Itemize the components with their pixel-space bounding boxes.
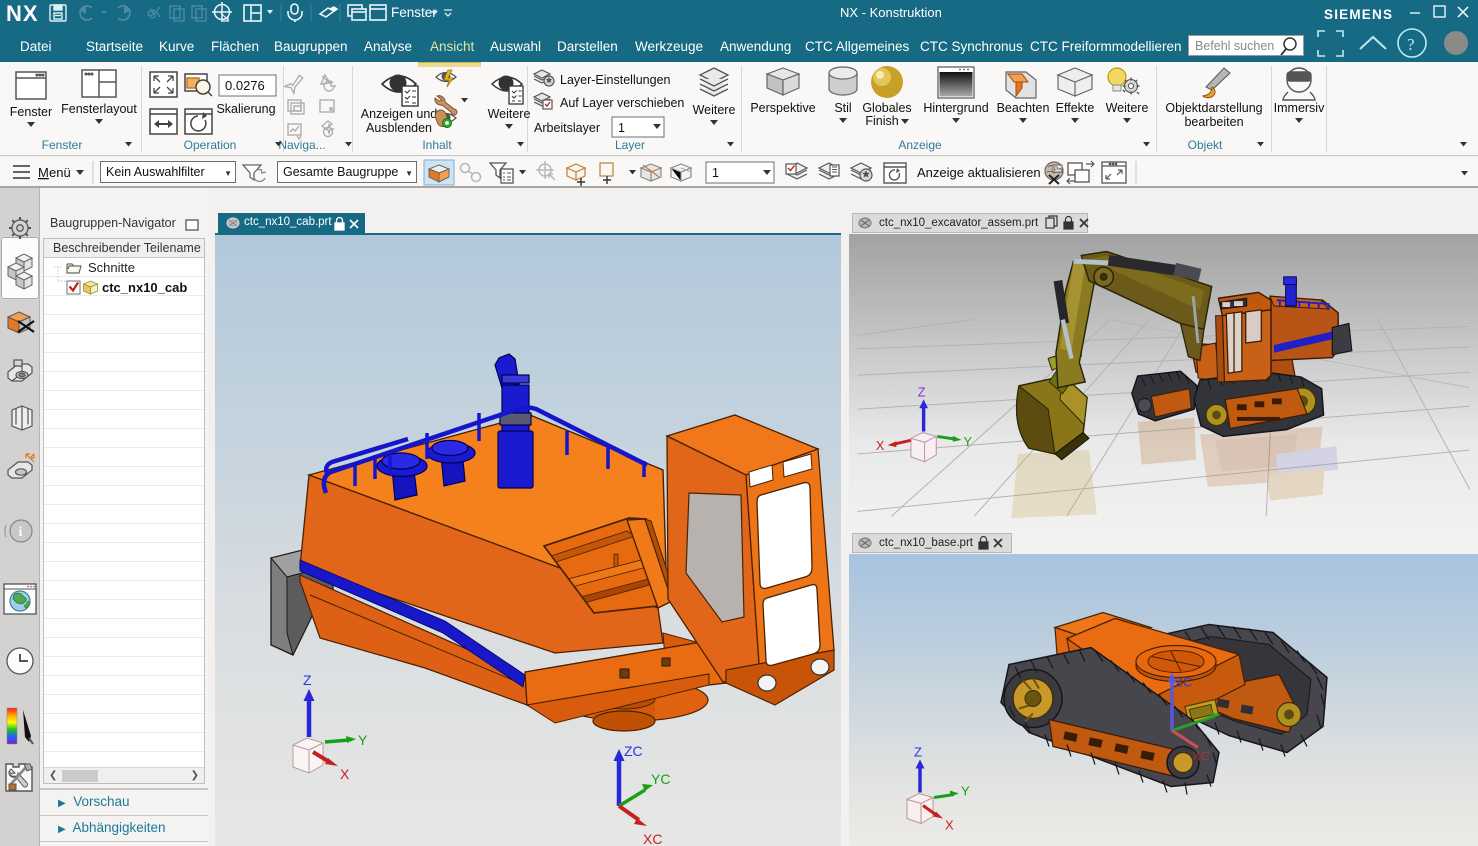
svg-text:Y: Y <box>358 732 368 748</box>
svg-text:Schnitte: Schnitte <box>88 260 135 275</box>
svg-text:Arbeitslayer: Arbeitslayer <box>534 121 600 135</box>
svg-text:Z: Z <box>918 386 926 400</box>
svg-text:M: M <box>38 165 49 180</box>
svg-text:XC: XC <box>1192 749 1210 764</box>
svg-text:X: X <box>945 818 954 833</box>
svg-text:Objektdarstellung: Objektdarstellung <box>1165 101 1262 115</box>
svg-text:Y: Y <box>964 435 973 449</box>
svg-text:X: X <box>340 766 350 782</box>
svg-text:Beachten: Beachten <box>997 101 1050 115</box>
svg-text:Layer-Einstellungen: Layer-Einstellungen <box>560 73 671 87</box>
svg-text:Hintergrund: Hintergrund <box>923 101 988 115</box>
svg-text:ctc_nx10_cab: ctc_nx10_cab <box>102 280 187 295</box>
svg-text:1: 1 <box>712 166 719 180</box>
svg-text:i: i <box>19 525 23 540</box>
svg-text:bearbeiten: bearbeiten <box>1184 115 1243 129</box>
svg-text:Stil: Stil <box>834 101 851 115</box>
svg-text:Anzeigen und: Anzeigen und <box>361 107 438 121</box>
svg-text:Anzeige aktualisieren: Anzeige aktualisieren <box>917 165 1041 180</box>
svg-text:Effekte: Effekte <box>1056 101 1095 115</box>
svg-text:ZC: ZC <box>1175 675 1192 690</box>
svg-text:1: 1 <box>618 121 625 135</box>
svg-text:Ausblenden: Ausblenden <box>366 121 432 135</box>
svg-text:Immersiv: Immersiv <box>1274 101 1325 115</box>
svg-text:XC: XC <box>643 831 662 846</box>
svg-text:Z: Z <box>303 672 312 688</box>
svg-text:?: ? <box>1407 35 1415 54</box>
svg-text:Globales: Globales <box>862 101 911 115</box>
svg-text:enü: enü <box>49 165 71 180</box>
svg-text:0.0276: 0.0276 <box>225 78 265 93</box>
svg-text:Fenster: Fenster <box>10 105 52 119</box>
svg-text:Weitere: Weitere <box>693 103 736 117</box>
svg-text:Finish: Finish <box>865 114 898 128</box>
svg-text:Perspektive: Perspektive <box>750 101 815 115</box>
svg-text:P=: P= <box>1054 167 1062 173</box>
svg-text:YC: YC <box>651 771 670 787</box>
svg-text:X: X <box>876 439 885 453</box>
svg-text:Fenster: Fenster <box>391 5 437 20</box>
svg-text:Auf Layer verschieben: Auf Layer verschieben <box>560 96 684 110</box>
svg-text:Y: Y <box>961 784 970 799</box>
svg-text:Weitere: Weitere <box>488 107 531 121</box>
svg-text:Fensterlayout: Fensterlayout <box>61 102 137 116</box>
svg-text:Skalierung: Skalierung <box>216 102 275 116</box>
svg-text:Weitere: Weitere <box>1106 101 1149 115</box>
svg-text:Z: Z <box>914 745 922 760</box>
svg-text:ZC: ZC <box>624 743 643 759</box>
